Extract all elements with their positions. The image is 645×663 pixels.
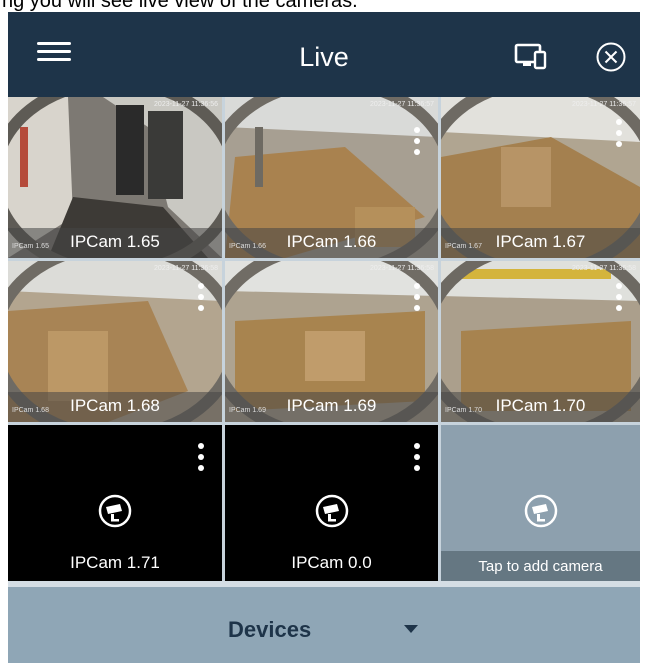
camera-tile-4[interactable]: 2023-11-27 11:36:58 IPCam 1.68 IPCam 1.6…	[8, 261, 222, 422]
camera-tile-8[interactable]: IPCam 0.0	[225, 425, 438, 581]
camera-tile-5[interactable]: 2023-11-27 11:36:58 IPCam 1.69 IPCam 1.6…	[225, 261, 438, 422]
screen-device-icon	[514, 43, 547, 70]
add-camera-tile[interactable]: Tap to add camera	[441, 425, 640, 581]
camera-options-button[interactable]	[612, 283, 626, 323]
camera-timestamp: 2023-11-27 11:36:58	[370, 265, 434, 272]
camera-tile-7[interactable]: IPCam 1.71	[8, 425, 222, 581]
camera-tile-6[interactable]: 2023-11-27 11:36:58 IPCam 1.70 IPCam 1.7…	[441, 261, 640, 422]
vertical-dots-icon	[612, 119, 626, 147]
app-screen: Live 2023-11-27 11:36:56 IPCam 1.65 IPCa…	[8, 12, 640, 663]
camera-options-button[interactable]	[194, 443, 208, 483]
camera-timestamp: 2023-11-27 11:36:57	[370, 101, 434, 108]
camera-name: IPCam 1.69	[286, 396, 377, 415]
devices-dropdown[interactable]: Devices	[8, 587, 640, 663]
camera-timestamp: 2023-11-27 11:36:58	[572, 265, 636, 272]
vertical-dots-icon	[410, 443, 424, 471]
camera-icon	[524, 494, 557, 528]
vertical-dots-icon	[410, 283, 424, 311]
camera-icon	[98, 494, 132, 528]
vertical-dots-icon	[194, 283, 208, 311]
camera-options-button[interactable]	[612, 119, 626, 159]
camera-tile-1[interactable]: 2023-11-27 11:36:56 IPCam 1.65 IPCam 1.6…	[8, 97, 222, 258]
add-camera-label: Tap to add camera	[478, 558, 603, 575]
camera-name: IPCam 1.65	[70, 232, 160, 251]
close-button[interactable]	[595, 41, 627, 73]
devices-label: Devices	[228, 617, 312, 642]
menu-button[interactable]	[34, 40, 74, 70]
caret-down-icon	[404, 625, 418, 633]
vertical-dots-icon	[410, 127, 424, 155]
camera-tile-2[interactable]: 2023-11-27 11:36:57 IPCam 1.66 IPCam 1.6…	[225, 97, 438, 258]
camera-timestamp: 2023-11-27 11:36:57	[572, 101, 636, 108]
camera-name: IPCam 1.68	[70, 396, 160, 415]
camera-name: IPCam 1.66	[286, 232, 377, 251]
hamburger-menu-icon	[34, 42, 74, 61]
camera-options-button[interactable]	[410, 443, 424, 483]
camera-options-button[interactable]	[194, 283, 208, 323]
vertical-dots-icon	[194, 443, 208, 471]
camera-tile-3[interactable]: 2023-11-27 11:36:57 IPCam 1.67 IPCam 1.6…	[441, 97, 640, 258]
vertical-dots-icon	[612, 283, 626, 311]
camera-name: IPCam 1.70	[495, 396, 586, 415]
caption-text: ng you will see live view of the cameras…	[2, 0, 358, 11]
top-app-bar: Live	[8, 12, 640, 97]
camera-icon	[315, 494, 348, 528]
camera-name: IPCam 0.0	[291, 553, 372, 572]
close-circle-icon	[596, 42, 626, 72]
camera-name: IPCam 1.67	[495, 232, 586, 251]
screen-device-button[interactable]	[513, 42, 549, 72]
camera-timestamp: 2023-11-27 11:36:58	[154, 265, 218, 272]
camera-options-button[interactable]	[410, 127, 424, 167]
camera-name: IPCam 1.71	[70, 553, 160, 572]
camera-timestamp: 2023-11-27 11:36:56	[154, 101, 218, 108]
camera-grid: 2023-11-27 11:36:56 IPCam 1.65 IPCam 1.6…	[8, 97, 640, 581]
camera-options-button[interactable]	[410, 283, 424, 323]
